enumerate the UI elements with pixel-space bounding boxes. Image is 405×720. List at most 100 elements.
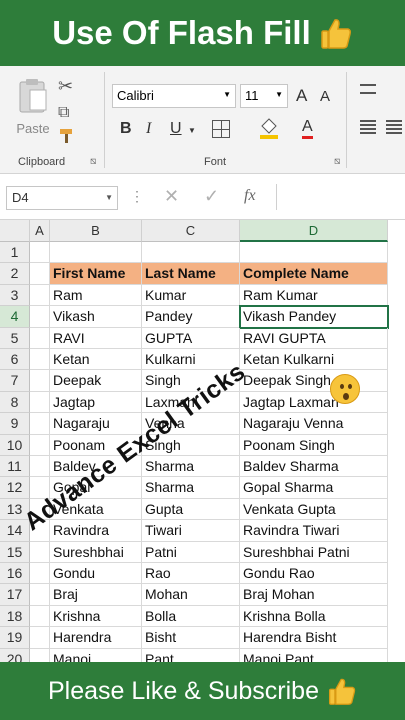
cell-a4[interactable] (30, 306, 50, 328)
format-painter-icon[interactable] (58, 128, 76, 144)
cell-b7[interactable]: Deepak (50, 370, 142, 392)
increase-font-size-button[interactable]: A (296, 86, 307, 106)
row-header[interactable]: 2 (0, 263, 30, 285)
cell-c4[interactable]: Pandey (142, 306, 240, 328)
cell-b6[interactable]: Ketan (50, 349, 142, 371)
cell-a20[interactable] (30, 648, 50, 662)
cell-a6[interactable] (30, 349, 50, 371)
cell-a1[interactable] (30, 242, 50, 264)
row-header[interactable]: 11 (0, 456, 30, 478)
row-header[interactable]: 7 (0, 370, 30, 392)
cell-a18[interactable] (30, 605, 50, 628)
cell-d10[interactable]: Poonam Singh (240, 434, 388, 456)
cell-b16[interactable]: Gondu (50, 563, 142, 585)
bold-button[interactable]: B (120, 120, 132, 138)
cell-a11[interactable] (30, 456, 50, 478)
cell-b5[interactable]: RAVI (50, 327, 142, 349)
cell-b20[interactable]: Manoj (50, 648, 142, 662)
cell-b2[interactable]: First Name (50, 263, 142, 285)
cell-d9[interactable]: Nagaraju Venna (240, 413, 388, 435)
row-header[interactable]: 8 (0, 391, 30, 414)
row-header[interactable]: 5 (0, 327, 30, 349)
cell-b18[interactable]: Krishna (50, 605, 142, 628)
fill-color-icon[interactable] (258, 116, 280, 140)
cell-d18[interactable]: Krishna Bolla (240, 605, 388, 628)
row-header[interactable]: 19 (0, 627, 30, 649)
cell-b17[interactable]: Braj (50, 584, 142, 606)
cell-c12[interactable]: Sharma (142, 477, 240, 499)
borders-icon[interactable] (212, 120, 230, 138)
row-header[interactable]: 6 (0, 349, 30, 371)
cell-c18[interactable]: Bolla (142, 605, 240, 628)
row-header[interactable]: 10 (0, 434, 30, 456)
align-center-icon[interactable] (386, 120, 402, 134)
paste-button[interactable]: Paste (12, 76, 54, 136)
clipboard-dialog-launcher-icon[interactable]: ⧅ (90, 156, 96, 167)
cell-a8[interactable] (30, 391, 50, 414)
insert-function-button[interactable]: fx (244, 187, 256, 205)
row-header[interactable]: 1 (0, 242, 30, 264)
cell-d3[interactable]: Ram Kumar (240, 284, 388, 307)
row-header[interactable]: 4 (0, 306, 30, 328)
cell-c11[interactable]: Sharma (142, 456, 240, 478)
row-header[interactable]: 15 (0, 541, 30, 563)
column-header-c[interactable]: C (142, 220, 240, 242)
cell-c17[interactable]: Mohan (142, 584, 240, 606)
cell-b19[interactable]: Harendra (50, 627, 142, 649)
enter-icon[interactable]: ✓ (204, 186, 219, 207)
cell-d13[interactable]: Venkata Gupta (240, 498, 388, 521)
cell-d16[interactable]: Gondu Rao (240, 563, 388, 585)
font-size-select[interactable]: 11 ▼ (240, 84, 288, 108)
formula-input[interactable] (276, 184, 405, 210)
font-dialog-launcher-icon[interactable]: ⧅ (334, 156, 340, 167)
column-header-d[interactable]: D (240, 220, 388, 242)
cell-b15[interactable]: Sureshbhai (50, 541, 142, 563)
cell-a19[interactable] (30, 627, 50, 649)
cell-d17[interactable]: Braj Mohan (240, 584, 388, 606)
font-name-select[interactable]: Calibri ▼ (112, 84, 236, 108)
row-header[interactable]: 18 (0, 605, 30, 628)
cell-a17[interactable] (30, 584, 50, 606)
row-header[interactable]: 3 (0, 284, 30, 307)
row-header[interactable]: 20 (0, 648, 30, 662)
align-top-icon[interactable] (360, 84, 376, 94)
cell-a3[interactable] (30, 284, 50, 307)
cell-a10[interactable] (30, 434, 50, 456)
cell-d20[interactable]: Manoj Pant (240, 648, 388, 662)
name-box[interactable]: D4 ▼ (6, 186, 118, 210)
row-header[interactable]: 9 (0, 413, 30, 435)
cell-a7[interactable] (30, 370, 50, 392)
cell-c5[interactable]: GUPTA (142, 327, 240, 349)
underline-button[interactable]: U (170, 120, 182, 138)
row-header[interactable]: 12 (0, 477, 30, 499)
cell-d4[interactable]: Vikash Pandey (239, 305, 389, 329)
cell-c13[interactable]: Gupta (142, 498, 240, 521)
cell-d6[interactable]: Ketan Kulkarni (240, 349, 388, 371)
column-header-b[interactable]: B (50, 220, 142, 242)
cell-d19[interactable]: Harendra Bisht (240, 627, 388, 649)
underline-dropdown-icon[interactable]: ▼ (188, 126, 196, 135)
font-color-button[interactable]: A (302, 118, 313, 139)
column-header-a[interactable]: A (30, 220, 50, 242)
cut-icon[interactable]: ✂ (58, 76, 73, 97)
formula-options-icon[interactable]: ⋮ (130, 188, 144, 205)
cell-a16[interactable] (30, 563, 50, 585)
cell-a15[interactable] (30, 541, 50, 563)
decrease-font-size-button[interactable]: A (320, 88, 330, 105)
cell-d8[interactable]: Jagtap Laxman (240, 391, 388, 414)
cell-a5[interactable] (30, 327, 50, 349)
cell-c20[interactable]: Pant (142, 648, 240, 662)
cell-c16[interactable]: Rao (142, 563, 240, 585)
cell-d2[interactable]: Complete Name (240, 263, 388, 285)
cell-b1[interactable] (50, 242, 142, 264)
cell-c1[interactable] (142, 242, 240, 264)
cell-b9[interactable]: Nagaraju (50, 413, 142, 435)
align-left-icon[interactable] (360, 120, 376, 134)
cell-c2[interactable]: Last Name (142, 263, 240, 285)
cancel-icon[interactable]: ✕ (164, 186, 179, 207)
cell-d11[interactable]: Baldev Sharma (240, 456, 388, 478)
italic-button[interactable]: I (146, 120, 151, 138)
cell-c3[interactable]: Kumar (142, 284, 240, 307)
cell-d5[interactable]: RAVI GUPTA (240, 327, 388, 349)
cell-d12[interactable]: Gopal Sharma (240, 477, 388, 499)
